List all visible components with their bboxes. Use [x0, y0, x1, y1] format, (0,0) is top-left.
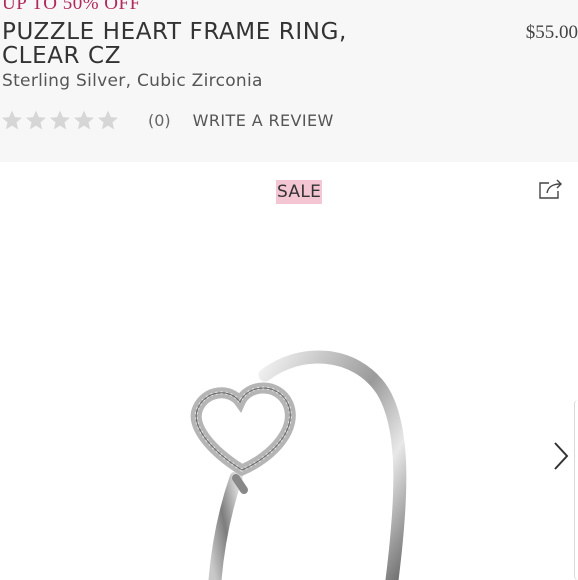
product-image-ring[interactable] [170, 330, 430, 580]
sale-badge: SALE [276, 180, 323, 204]
carousel-edge [574, 400, 578, 580]
review-count[interactable]: (0) [148, 111, 171, 130]
star-icon [24, 108, 48, 132]
star-icon [96, 108, 120, 132]
promo-label: UP TO 50% OFF [2, 0, 141, 14]
chevron-right-icon[interactable] [552, 440, 570, 472]
star-icon [48, 108, 72, 132]
share-icon[interactable] [538, 177, 566, 201]
write-review-link[interactable]: WRITE A REVIEW [193, 111, 334, 130]
star-rating[interactable] [0, 108, 120, 132]
rating-row: (0) WRITE A REVIEW [0, 106, 334, 134]
star-icon [72, 108, 96, 132]
product-header: UP TO 50% OFF PUZZLE HEART FRAME RING, C… [0, 0, 578, 162]
product-materials: Sterling Silver, Cubic Zirconia [2, 71, 263, 91]
product-price: $55.00 [525, 22, 578, 43]
star-icon [0, 108, 24, 132]
product-title: PUZZLE HEART FRAME RING, CLEAR CZ [2, 19, 347, 69]
